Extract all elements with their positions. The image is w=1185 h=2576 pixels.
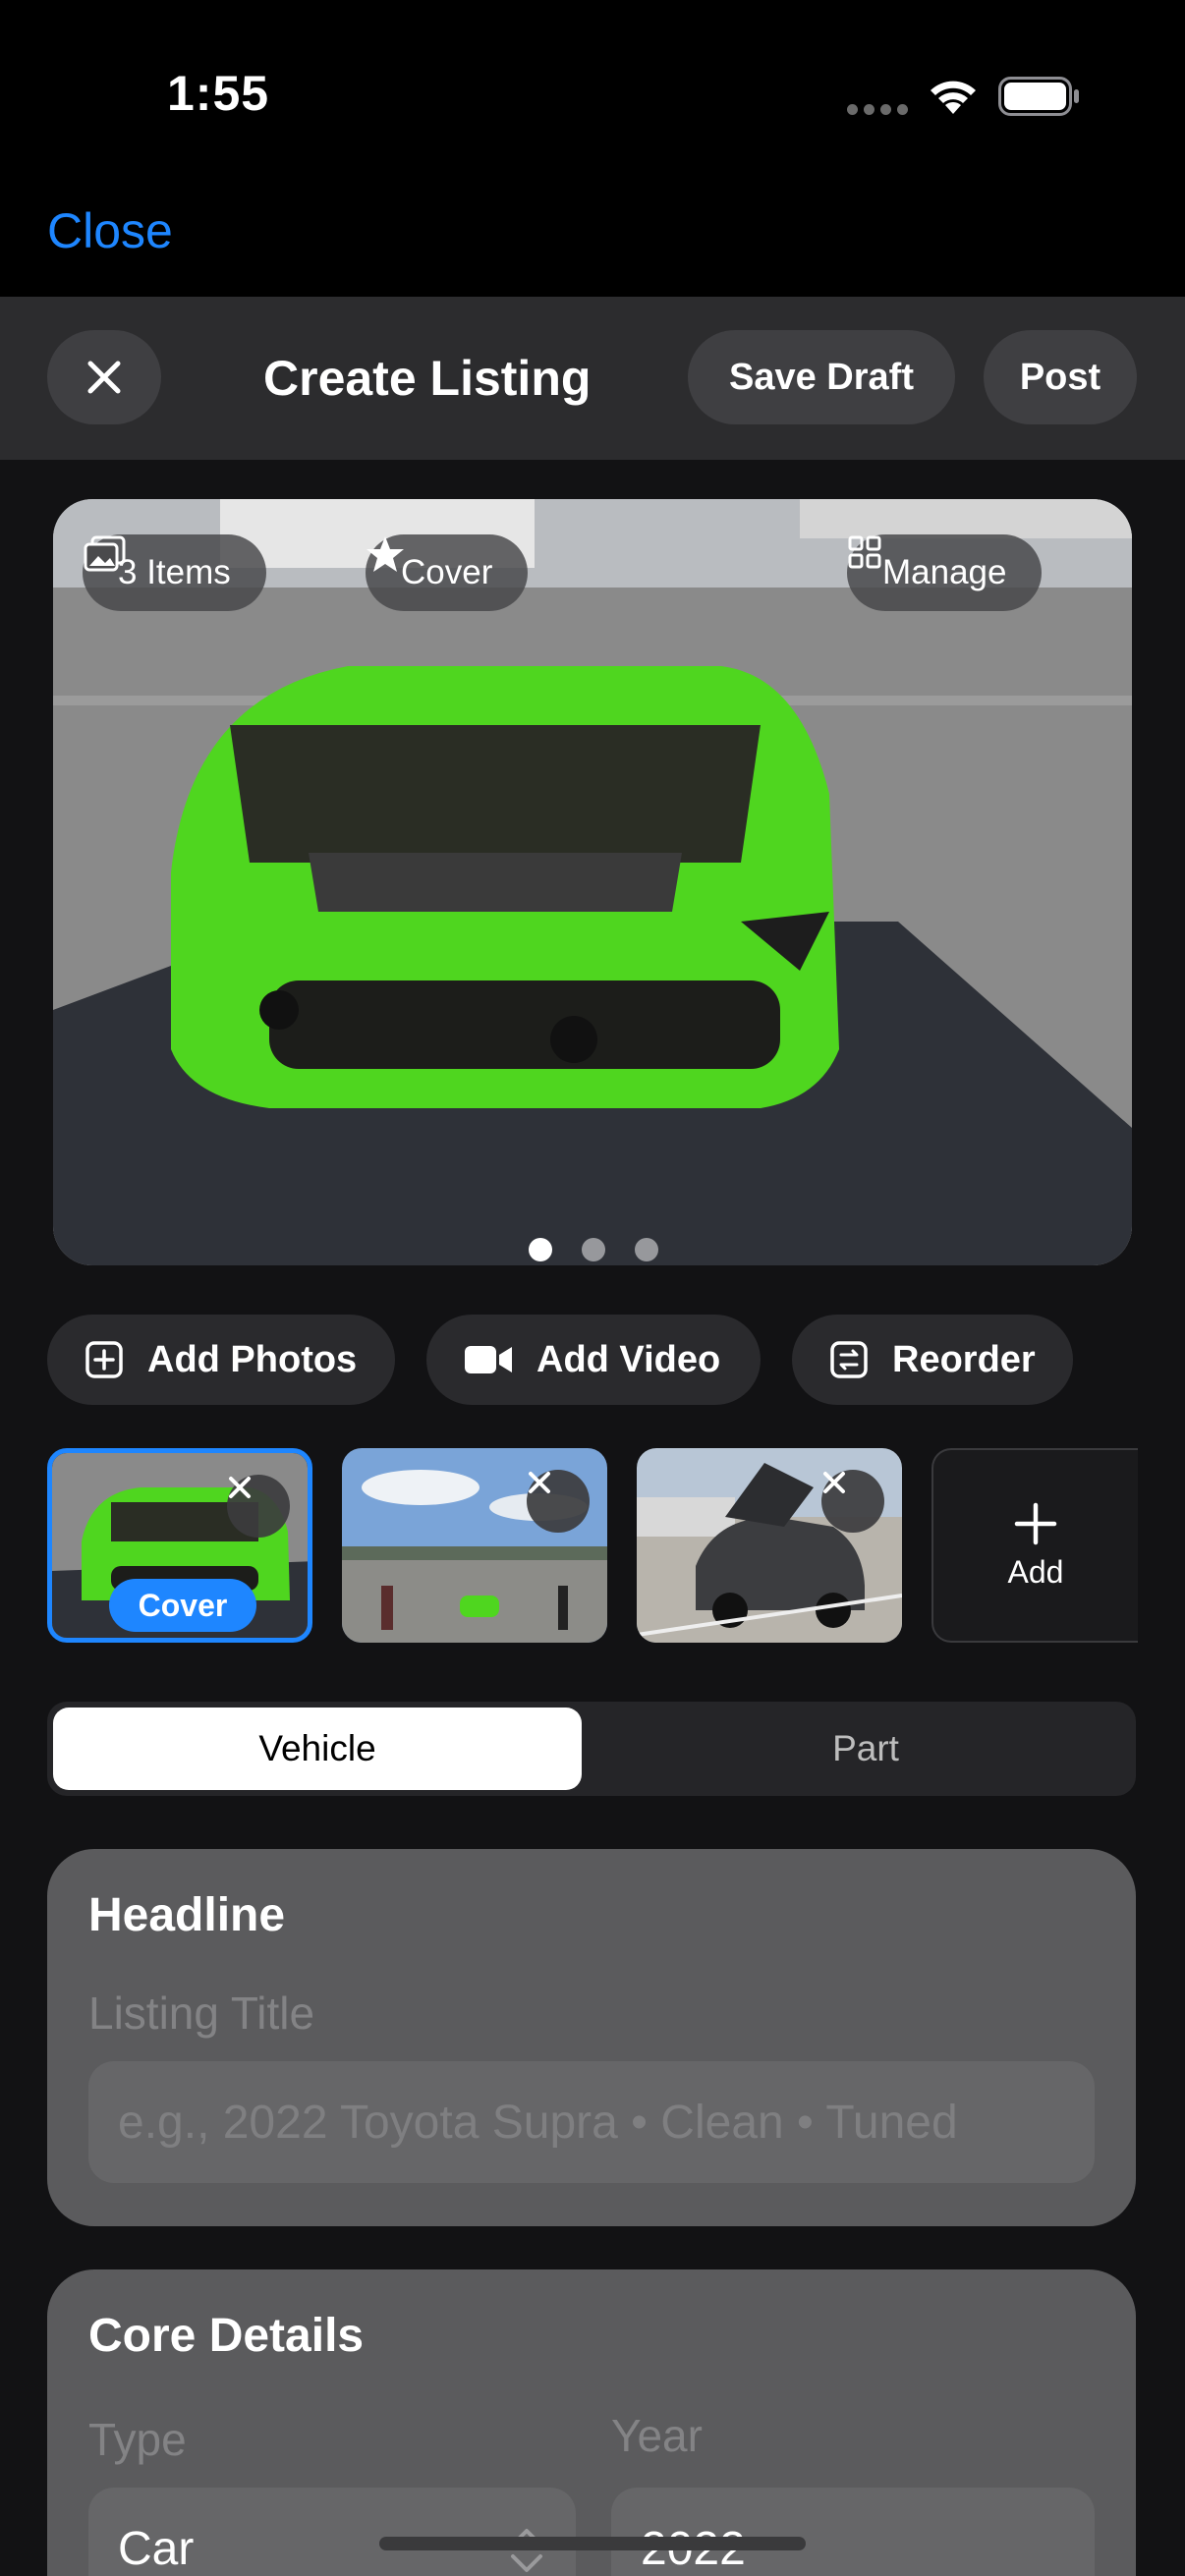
- listing-type-segmented-control: Vehicle Part: [47, 1702, 1136, 1796]
- media-thumbnail[interactable]: Cover: [47, 1448, 312, 1643]
- type-picker[interactable]: Car: [88, 2488, 576, 2576]
- close-link[interactable]: Close: [47, 202, 173, 259]
- save-draft-button[interactable]: Save Draft: [688, 330, 955, 424]
- media-thumbnail[interactable]: [637, 1448, 902, 1643]
- year-label: Year: [611, 2410, 703, 2461]
- add-video-button[interactable]: Add Video: [426, 1315, 761, 1405]
- star-icon: [367, 536, 404, 572]
- reorder-label: Reorder: [892, 1338, 1036, 1380]
- remove-media-button[interactable]: [227, 1475, 290, 1538]
- segment-vehicle[interactable]: Vehicle: [53, 1708, 582, 1790]
- media-thumbnail[interactable]: [342, 1448, 607, 1643]
- add-media-label: Add: [1007, 1553, 1064, 1590]
- media-carousel[interactable]: 3 Items Cover Manage: [53, 499, 1132, 1265]
- reorder-icon: [830, 1341, 868, 1378]
- page-indicator[interactable]: [529, 1238, 658, 1261]
- listing-header: Create Listing Save Draft Post: [0, 297, 1185, 460]
- listing-title-label: Listing Title: [88, 1988, 315, 2039]
- add-media-tile[interactable]: Add: [931, 1448, 1138, 1643]
- add-photos-label: Add Photos: [147, 1338, 358, 1380]
- close-icon: [529, 1472, 550, 1493]
- grid-icon: [848, 535, 881, 569]
- wifi-icon: [931, 81, 976, 114]
- core-details-section: Core Details Type Car Year 2022: [47, 2269, 1136, 2576]
- year-field[interactable]: 2022: [611, 2488, 1095, 2576]
- reorder-button[interactable]: Reorder: [792, 1315, 1073, 1405]
- remove-media-button[interactable]: [821, 1470, 884, 1533]
- status-time: 1:55: [167, 66, 270, 121]
- status-bar: 1:55 Close: [0, 0, 1185, 258]
- media-count-chip: 3 Items: [83, 534, 266, 611]
- listing-title-field[interactable]: e.g., 2022 Toyota Supra • Clean • Tuned: [88, 2061, 1095, 2183]
- home-indicator[interactable]: [379, 2537, 806, 2550]
- battery-icon: [998, 77, 1079, 116]
- close-icon: [823, 1472, 845, 1493]
- video-camera-icon: [465, 1346, 512, 1373]
- add-photo-icon: [85, 1341, 123, 1378]
- add-video-label: Add Video: [536, 1338, 721, 1380]
- cover-chip-label: Cover: [401, 553, 493, 591]
- post-button[interactable]: Post: [984, 330, 1137, 424]
- media-count-label: 3 Items: [118, 553, 231, 591]
- close-icon: [87, 361, 121, 394]
- listing-form: 3 Items Cover Manage Add Photos Add Vide…: [0, 460, 1185, 2576]
- dismiss-button[interactable]: [47, 330, 161, 424]
- manage-media-button[interactable]: Manage: [847, 534, 1043, 611]
- close-icon: [229, 1477, 251, 1498]
- photo-stack-icon: [84, 535, 126, 572]
- cover-chip[interactable]: Cover: [366, 534, 529, 611]
- section-title: Core Details: [88, 2310, 365, 2362]
- plus-icon: [1014, 1502, 1057, 1544]
- type-value: Car: [118, 2522, 195, 2575]
- remove-media-button[interactable]: [527, 1470, 590, 1533]
- type-label: Type: [88, 2414, 187, 2465]
- cellular-signal-icon: [847, 104, 908, 115]
- headline-section: Headline Listing Title e.g., 2022 Toyota…: [47, 1849, 1136, 2226]
- manage-label: Manage: [882, 553, 1007, 591]
- hero-photo: [53, 499, 1132, 1265]
- page-title: Create Listing: [263, 351, 592, 406]
- segment-part[interactable]: Part: [601, 1708, 1130, 1790]
- add-photos-button[interactable]: Add Photos: [47, 1315, 395, 1405]
- cover-badge: Cover: [109, 1579, 256, 1632]
- section-title: Headline: [88, 1889, 286, 1941]
